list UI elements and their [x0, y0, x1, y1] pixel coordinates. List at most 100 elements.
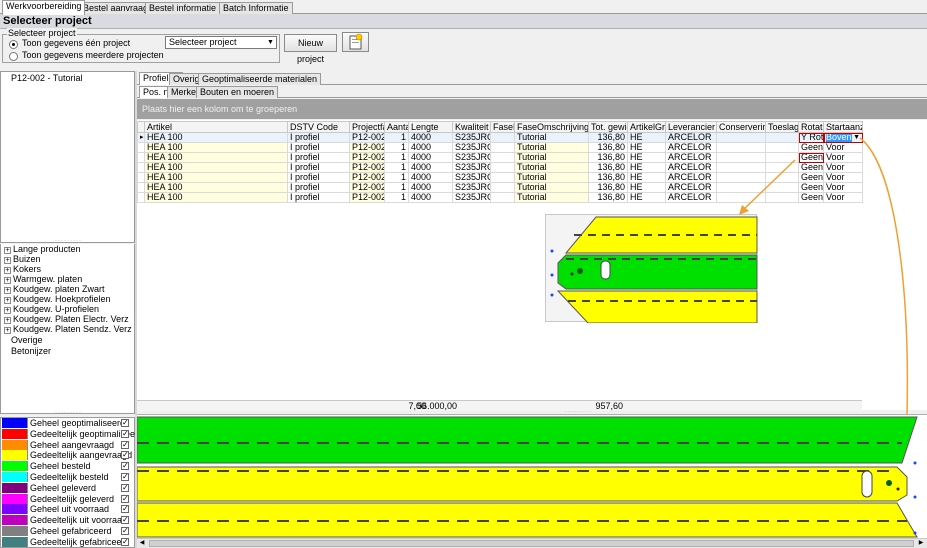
group-by-panel[interactable]: Plaats hier een kolom om te groeperen: [137, 99, 927, 119]
expand-icon[interactable]: +: [4, 287, 11, 294]
new-project-icon-button[interactable]: [342, 32, 369, 52]
col-header-artikel[interactable]: Artikel: [144, 121, 288, 133]
row-indicator[interactable]: [137, 142, 145, 153]
grid-cell[interactable]: HE: [627, 132, 666, 143]
grid-cell[interactable]: ARCELOR: [665, 142, 717, 153]
col-header-leverancier[interactable]: Leverancier: [665, 121, 717, 133]
grid-cell[interactable]: Tutorial: [514, 182, 589, 193]
tab-batch-informatie[interactable]: Batch Informatie: [219, 2, 293, 14]
grid-cell[interactable]: HE: [627, 162, 666, 173]
col-header-projectfase[interactable]: Projectfase: [349, 121, 385, 133]
scroll-left-icon[interactable]: ◀: [138, 539, 146, 548]
grid-cell[interactable]: S235JRG2: [452, 152, 491, 163]
grid-cell[interactable]: HEA 100: [144, 192, 288, 203]
grid-cell[interactable]: HE: [627, 142, 666, 153]
grid-cell[interactable]: HE: [627, 152, 666, 163]
grid-cell[interactable]: I profiel: [287, 132, 350, 143]
grid-cell[interactable]: 136,80: [588, 172, 628, 183]
grid-cell[interactable]: HE: [627, 182, 666, 193]
grid-cell[interactable]: 1: [384, 152, 409, 163]
expand-icon[interactable]: +: [4, 307, 11, 314]
row-indicator[interactable]: [137, 172, 145, 183]
tab-bestel-aanvraag[interactable]: Bestel aanvraag: [79, 2, 153, 14]
new-project-button[interactable]: Nieuw project: [284, 34, 337, 64]
category-item[interactable]: + Koudgew. Platen Sendz. Verz: [4, 324, 132, 334]
legend-checkbox[interactable]: ✓: [121, 527, 129, 535]
grid-cell[interactable]: ARCELOR: [665, 182, 717, 193]
grid-cell[interactable]: I profiel: [287, 152, 350, 163]
grid-cell[interactable]: I profiel: [287, 182, 350, 193]
category-item[interactable]: + Koudgew. Hoekprofielen: [4, 294, 111, 304]
grid-cell[interactable]: 136,80: [588, 182, 628, 193]
row-indicator[interactable]: [137, 152, 145, 163]
row-indicator[interactable]: [137, 162, 145, 173]
splitter-handle[interactable]: ·········: [55, 410, 82, 416]
col-header-conserveringen[interactable]: Conserveringen: [716, 121, 766, 133]
legend-checkbox[interactable]: ✓: [121, 451, 129, 460]
grid-cell[interactable]: P12-002: [349, 152, 385, 163]
grid-cell[interactable]: HEA 100: [144, 152, 288, 163]
legend-checkbox[interactable]: ✓: [121, 429, 129, 438]
col-header-lengte[interactable]: Lengte: [408, 121, 453, 133]
scrollbar-thumb[interactable]: [149, 540, 914, 547]
grid-cell[interactable]: 4000: [408, 172, 453, 183]
project-tree-item[interactable]: P12-002 - Tutorial: [11, 73, 83, 83]
grid-cell[interactable]: S235JRG2: [452, 132, 491, 143]
category-item[interactable]: + Koudgew. Platen Electr. Verz: [4, 314, 129, 324]
grid-cell[interactable]: 1: [384, 162, 409, 173]
grid-cell[interactable]: P12-002: [349, 132, 385, 143]
grid-cell[interactable]: I profiel: [287, 142, 350, 153]
grid-cell[interactable]: HE: [627, 172, 666, 183]
grid-cell[interactable]: P12-002: [349, 192, 385, 203]
grid-cell[interactable]: 1: [384, 132, 409, 143]
grid-cell[interactable]: 4000: [408, 142, 453, 153]
grid-cell[interactable]: 4000: [408, 192, 453, 203]
grid-cell[interactable]: S235JRG2: [452, 182, 491, 193]
grid-cell[interactable]: 1: [384, 142, 409, 153]
grid-cell[interactable]: HEA 100: [144, 132, 288, 143]
grid-cell[interactable]: S235JRG2: [452, 142, 491, 153]
scroll-right-icon[interactable]: ▶: [917, 539, 925, 548]
expand-icon[interactable]: +: [4, 317, 11, 324]
col-header-aantal[interactable]: Aantal: [384, 121, 409, 133]
expand-icon[interactable]: +: [4, 327, 11, 334]
expand-icon[interactable]: +: [4, 267, 11, 274]
tab-bouten-en-moeren[interactable]: Bouten en moeren: [196, 86, 279, 98]
legend-checkbox[interactable]: ✓: [121, 537, 129, 546]
grid-cell[interactable]: 136,80: [588, 142, 628, 153]
col-header-rotatie[interactable]: Rotatie: [798, 121, 824, 133]
radio-multi-project[interactable]: [9, 52, 18, 61]
category-item[interactable]: + Lange producten: [4, 244, 81, 254]
legend-checkbox[interactable]: ✓: [121, 462, 129, 471]
grid-cell[interactable]: 4000: [408, 182, 453, 193]
grid-cell[interactable]: P12-002: [349, 172, 385, 183]
project-select[interactable]: Selecteer project ▼: [165, 36, 277, 49]
legend-checkbox[interactable]: ✓: [121, 505, 129, 514]
grid-cell[interactable]: 136,80: [588, 192, 628, 203]
legend-checkbox[interactable]: ✓: [121, 494, 129, 503]
grid-cell[interactable]: ARCELOR: [665, 192, 717, 203]
grid-cell[interactable]: S235JRG2: [452, 172, 491, 183]
expand-icon[interactable]: +: [4, 277, 11, 284]
grid-cell[interactable]: Tutorial: [514, 162, 589, 173]
grid-cell[interactable]: I profiel: [287, 192, 350, 203]
grid-cell[interactable]: [490, 172, 515, 183]
tab-werkvoorbereiding[interactable]: Werkvoorbereiding: [2, 0, 86, 15]
legend-checkbox[interactable]: ✓: [121, 483, 129, 492]
grid-cell[interactable]: P12-002: [349, 182, 385, 193]
tab-bestel-informatie[interactable]: Bestel informatie: [145, 2, 221, 14]
category-item[interactable]: + Kokers: [4, 264, 41, 274]
grid-cell[interactable]: HEA 100: [144, 142, 288, 153]
grid-cell[interactable]: 1: [384, 172, 409, 183]
grid-cell[interactable]: [490, 152, 515, 163]
grid-cell[interactable]: 4000: [408, 162, 453, 173]
col-header-kwaliteit[interactable]: Kwaliteit: [452, 121, 491, 133]
grid-cell[interactable]: 1: [384, 182, 409, 193]
grid-cell[interactable]: ARCELOR: [665, 172, 717, 183]
grid-cell[interactable]: S235JRG2: [452, 192, 491, 203]
grid-cell[interactable]: 136,80: [588, 152, 628, 163]
grid-cell[interactable]: [490, 142, 515, 153]
grid-cell[interactable]: 136,80: [588, 162, 628, 173]
horizontal-scrollbar[interactable]: ◀ ▶: [137, 538, 927, 548]
grid-cell[interactable]: HE: [627, 192, 666, 203]
